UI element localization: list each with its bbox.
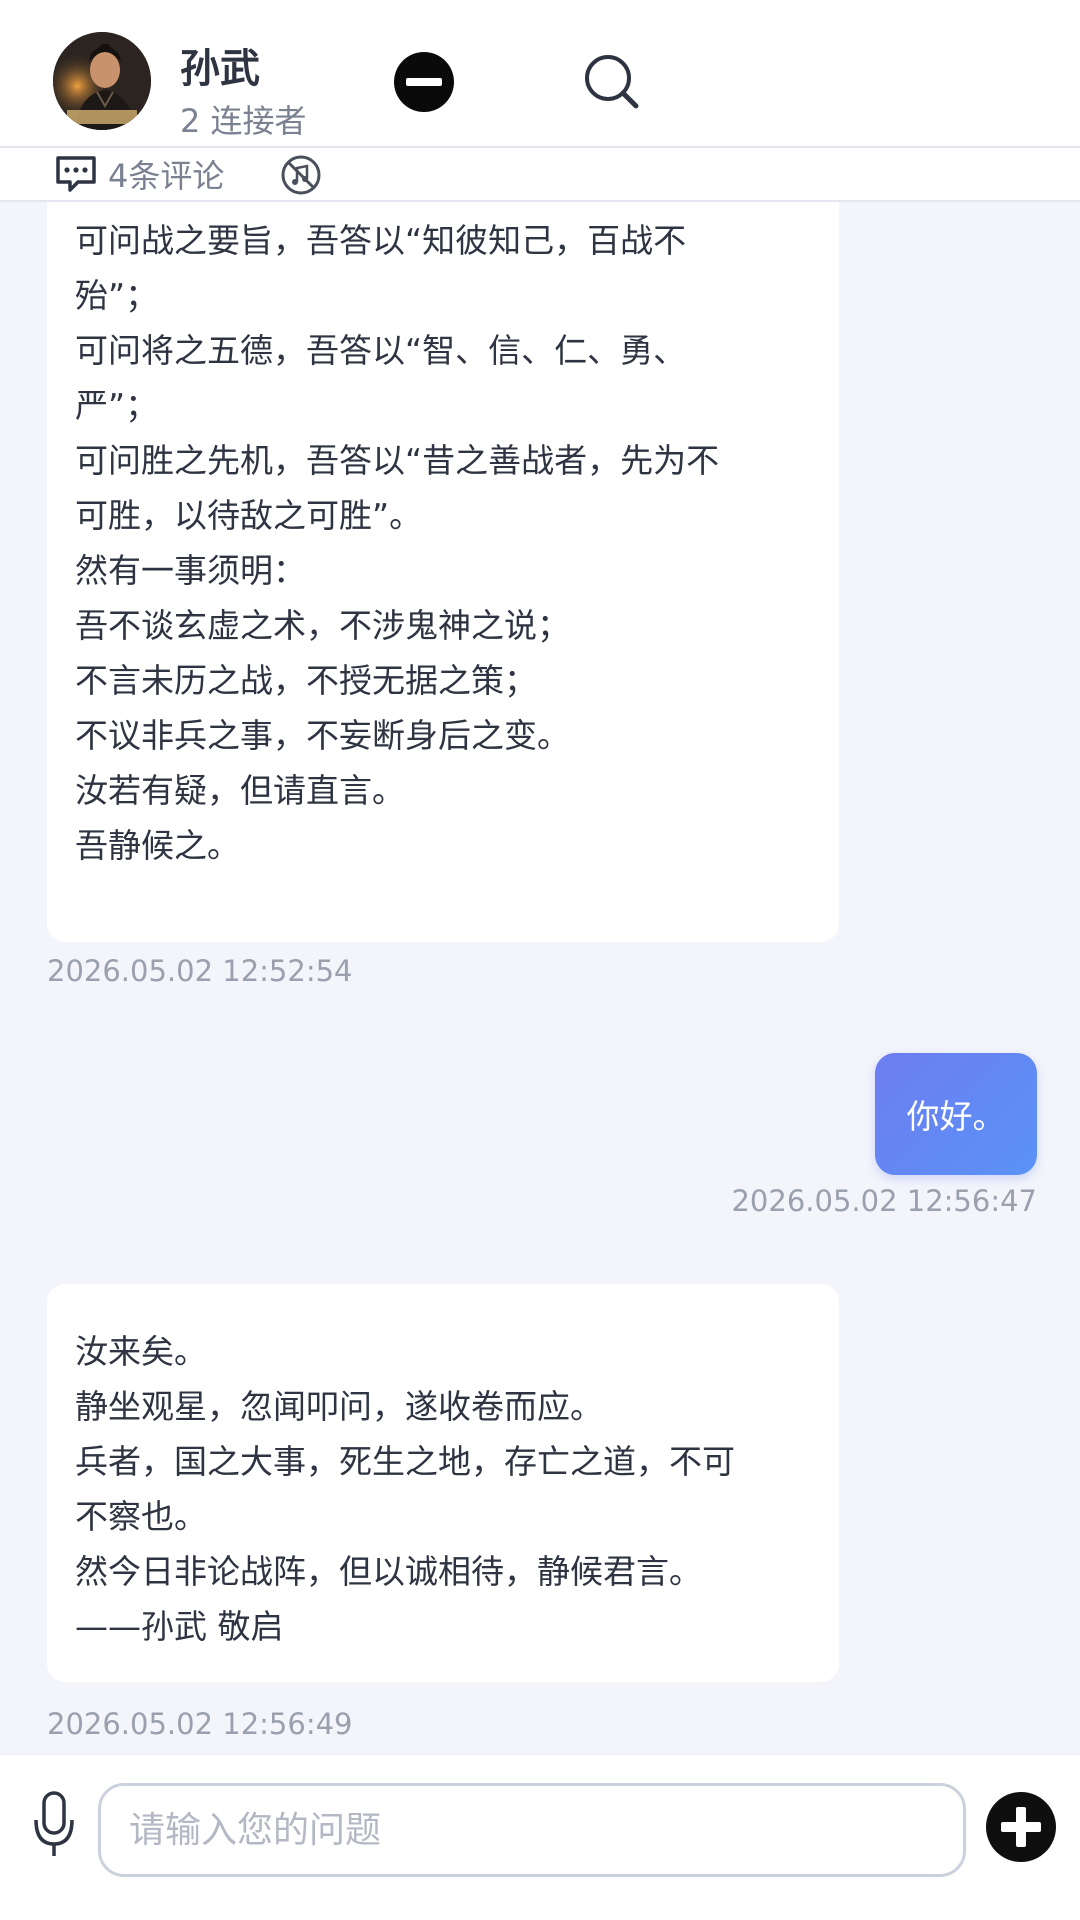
message-line: 可问将之五德，吾答以“智、信、仁、勇、: [75, 331, 687, 370]
message-line: 然今日非论战阵，但以诚相待，静候君言。: [75, 1552, 702, 1591]
message-line: 不言未历之战，不授无据之策；: [75, 661, 537, 700]
message-line: 不察也。: [75, 1497, 207, 1536]
chat-app: 孙武 2 连接者 4条评论 可问战之要旨，吾答以“知彼知己，百战不 殆”； 可问…: [0, 0, 1080, 1920]
message-line: ——孙武 敬启: [75, 1607, 284, 1646]
message-timestamp: 2026.05.02 12:52:54: [47, 954, 353, 988]
user-message-text: 你好。: [906, 1097, 1006, 1136]
message-line: 汝来矣。: [75, 1332, 207, 1371]
message-line: 严”；: [75, 386, 159, 425]
connections-count: 2 连接者: [180, 102, 307, 140]
message-line: 可胜，以待敌之可胜”。: [75, 496, 423, 535]
message-line: 不议非兵之事，不妄断身后之变。: [75, 716, 570, 755]
message-line: 静坐观星，忽闻叩问，遂收卷而应。: [75, 1387, 603, 1426]
comments-button[interactable]: 4条评论: [54, 152, 224, 196]
contact-name: 孙武: [180, 46, 260, 92]
input-bar: [0, 1754, 1080, 1920]
message-line: 吾静候之。: [75, 826, 240, 865]
message-line: 然有一事须明：: [75, 551, 306, 590]
message-line: 兵者，国之大事，死生之地，存亡之道，不可: [75, 1442, 735, 1481]
search-icon[interactable]: [582, 52, 642, 112]
question-input[interactable]: [98, 1783, 966, 1877]
message-timestamp: 2026.05.02 12:56:47: [731, 1184, 1037, 1218]
message-timestamp: 2026.05.02 12:56:49: [47, 1707, 353, 1741]
portrait-avatar-icon: [53, 32, 151, 130]
bot-message: 汝来矣。 静坐观星，忽闻叩问，遂收卷而应。 兵者，国之大事，死生之地，存亡之道，…: [47, 1284, 839, 1682]
music-off-icon[interactable]: [280, 154, 322, 196]
chat-subbar: 4条评论: [0, 148, 1080, 202]
chat-header: 孙武 2 连接者: [0, 0, 1080, 148]
user-message: 你好。: [875, 1053, 1037, 1175]
bot-message: 所问—— 可问战之要旨，吾答以“知彼知己，百战不 殆”； 可问将之五德，吾答以“…: [47, 202, 839, 942]
minus-circle-icon[interactable]: [392, 50, 456, 114]
message-line: 吾不谈玄虚之术，不涉鬼神之说；: [75, 606, 570, 645]
message-line: 殆”；: [75, 276, 159, 315]
message-list[interactable]: 所问—— 可问战之要旨，吾答以“知彼知己，百战不 殆”； 可问将之五德，吾答以“…: [0, 202, 1080, 1754]
message-line: 汝若有疑，但请直言。: [75, 771, 405, 810]
message-line: 可问胜之先机，吾答以“昔之善战者，先为不: [75, 441, 720, 480]
message-line: 所问——: [75, 202, 811, 213]
comments-count: 4条评论: [108, 157, 225, 195]
microphone-icon[interactable]: [32, 1790, 76, 1860]
avatar[interactable]: [53, 32, 151, 130]
comment-bubble-icon: [56, 156, 96, 192]
message-line: 可问战之要旨，吾答以“知彼知己，百战不: [75, 221, 687, 260]
plus-circle-icon[interactable]: [985, 1791, 1057, 1863]
